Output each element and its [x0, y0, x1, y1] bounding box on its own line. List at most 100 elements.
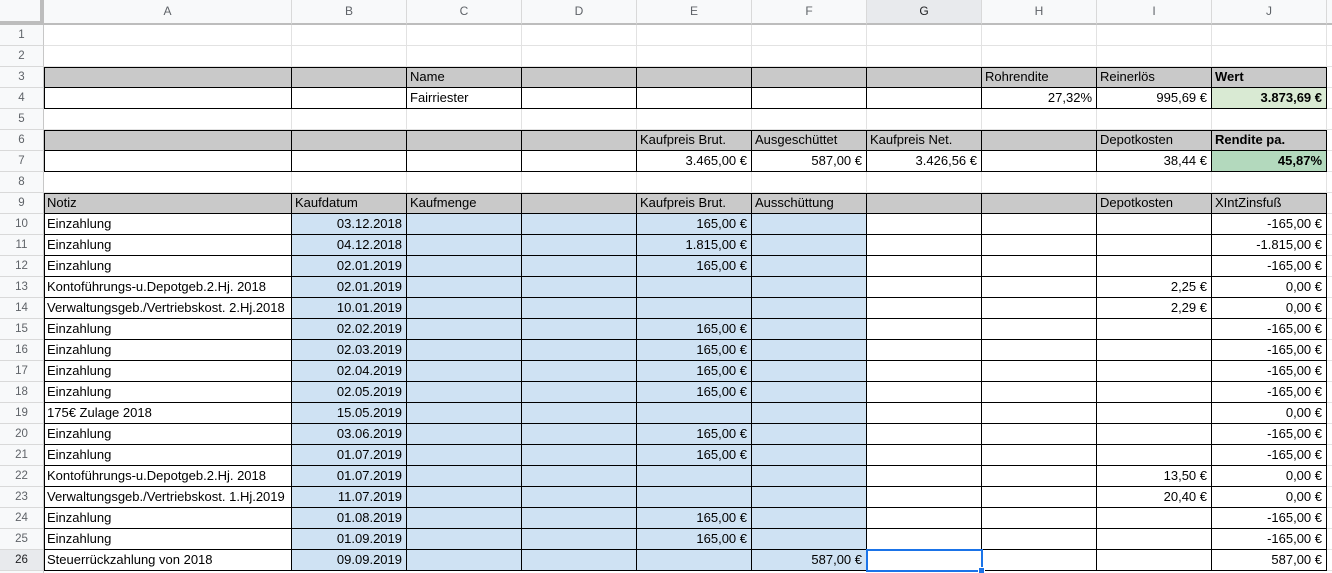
cell-J26[interactable]: 587,00 €: [1212, 550, 1327, 571]
cell-I22[interactable]: 13,50 €: [1097, 466, 1212, 487]
cell-D2[interactable]: [522, 46, 637, 67]
row-header-11[interactable]: 11: [0, 235, 44, 256]
cell-I24[interactable]: [1097, 508, 1212, 529]
column-header-I[interactable]: I: [1097, 0, 1212, 25]
cell-A20[interactable]: Einzahlung: [44, 424, 292, 445]
cell-B6[interactable]: [292, 130, 407, 151]
column-header-H[interactable]: H: [982, 0, 1097, 25]
fill-handle[interactable]: [978, 567, 985, 573]
row-header-22[interactable]: 22: [0, 466, 44, 487]
cell-F5[interactable]: [752, 109, 867, 130]
cell-A7[interactable]: [44, 151, 292, 172]
cell-D6[interactable]: [522, 130, 637, 151]
cell-I3[interactable]: Reinerlös: [1097, 67, 1212, 88]
cell-H18[interactable]: [982, 382, 1097, 403]
cell-A2[interactable]: [44, 46, 292, 67]
cell-G1[interactable]: [867, 25, 982, 46]
cell-A15[interactable]: Einzahlung: [44, 319, 292, 340]
cell-J12[interactable]: -165,00 €: [1212, 256, 1327, 277]
cell-J24[interactable]: -165,00 €: [1212, 508, 1327, 529]
cell-J4[interactable]: 3.873,69 €: [1212, 88, 1327, 109]
cell-A8[interactable]: [44, 172, 292, 193]
cell-C13[interactable]: [407, 277, 522, 298]
cell-A12[interactable]: Einzahlung: [44, 256, 292, 277]
cell-B19[interactable]: 15.05.2019: [292, 403, 407, 424]
cell-H17[interactable]: [982, 361, 1097, 382]
cell-F23[interactable]: [752, 487, 867, 508]
cell-F1[interactable]: [752, 25, 867, 46]
cell-B12[interactable]: 02.01.2019: [292, 256, 407, 277]
column-header-A[interactable]: A: [44, 0, 292, 25]
cell-B1[interactable]: [292, 25, 407, 46]
cell-E9[interactable]: Kaufpreis Brut.: [637, 193, 752, 214]
cell-I15[interactable]: [1097, 319, 1212, 340]
cell-G15[interactable]: [867, 319, 982, 340]
cell-H3[interactable]: Rohrendite: [982, 67, 1097, 88]
cell-G16[interactable]: [867, 340, 982, 361]
row-header-14[interactable]: 14: [0, 298, 44, 319]
cell-I10[interactable]: [1097, 214, 1212, 235]
cell-J9[interactable]: XIntZinsfuß: [1212, 193, 1327, 214]
cell-D14[interactable]: [522, 298, 637, 319]
cell-J6[interactable]: Rendite pa.: [1212, 130, 1327, 151]
cell-J16[interactable]: -165,00 €: [1212, 340, 1327, 361]
cell-C20[interactable]: [407, 424, 522, 445]
cell-J11[interactable]: -1.815,00 €: [1212, 235, 1327, 256]
cell-I11[interactable]: [1097, 235, 1212, 256]
cell-C24[interactable]: [407, 508, 522, 529]
cell-E8[interactable]: [637, 172, 752, 193]
cell-B17[interactable]: 02.04.2019: [292, 361, 407, 382]
cell-B22[interactable]: 01.07.2019: [292, 466, 407, 487]
cell-G25[interactable]: [867, 529, 982, 550]
cell-C5[interactable]: [407, 109, 522, 130]
cell-F19[interactable]: [752, 403, 867, 424]
row-header-9[interactable]: 9: [0, 193, 44, 214]
cell-I17[interactable]: [1097, 361, 1212, 382]
cell-D25[interactable]: [522, 529, 637, 550]
cell-G4[interactable]: [867, 88, 982, 109]
cell-G17[interactable]: [867, 361, 982, 382]
cell-I21[interactable]: [1097, 445, 1212, 466]
cell-B21[interactable]: 01.07.2019: [292, 445, 407, 466]
cell-J7[interactable]: 45,87%: [1212, 151, 1327, 172]
cell-B3[interactable]: [292, 67, 407, 88]
cell-I23[interactable]: 20,40 €: [1097, 487, 1212, 508]
row-header-1[interactable]: 1: [0, 25, 44, 46]
cell-H8[interactable]: [982, 172, 1097, 193]
row-header-24[interactable]: 24: [0, 508, 44, 529]
cell-E25[interactable]: 165,00 €: [637, 529, 752, 550]
cell-B20[interactable]: 03.06.2019: [292, 424, 407, 445]
cell-D18[interactable]: [522, 382, 637, 403]
cell-F12[interactable]: [752, 256, 867, 277]
cell-A25[interactable]: Einzahlung: [44, 529, 292, 550]
cell-B4[interactable]: [292, 88, 407, 109]
cell-C12[interactable]: [407, 256, 522, 277]
cell-A13[interactable]: Kontoführungs-u.Depotgeb.2.Hj. 2018: [44, 277, 292, 298]
cell-F13[interactable]: [752, 277, 867, 298]
cell-F22[interactable]: [752, 466, 867, 487]
row-header-4[interactable]: 4: [0, 88, 44, 109]
cell-E15[interactable]: 165,00 €: [637, 319, 752, 340]
cell-A9[interactable]: Notiz: [44, 193, 292, 214]
cell-G24[interactable]: [867, 508, 982, 529]
cell-I4[interactable]: 995,69 €: [1097, 88, 1212, 109]
cell-G23[interactable]: [867, 487, 982, 508]
cell-G13[interactable]: [867, 277, 982, 298]
cell-H1[interactable]: [982, 25, 1097, 46]
cell-G3[interactable]: [867, 67, 982, 88]
row-header-5[interactable]: 5: [0, 109, 44, 130]
cell-D8[interactable]: [522, 172, 637, 193]
cell-G12[interactable]: [867, 256, 982, 277]
cell-F10[interactable]: [752, 214, 867, 235]
row-header-18[interactable]: 18: [0, 382, 44, 403]
cell-D7[interactable]: [522, 151, 637, 172]
cell-I9[interactable]: Depotkosten: [1097, 193, 1212, 214]
row-header-16[interactable]: 16: [0, 340, 44, 361]
cell-D16[interactable]: [522, 340, 637, 361]
cell-F24[interactable]: [752, 508, 867, 529]
cell-E17[interactable]: 165,00 €: [637, 361, 752, 382]
cell-E14[interactable]: [637, 298, 752, 319]
row-header-3[interactable]: 3: [0, 67, 44, 88]
cell-C8[interactable]: [407, 172, 522, 193]
cell-A14[interactable]: Verwaltungsgeb./Vertriebskost. 2.Hj.2018: [44, 298, 292, 319]
